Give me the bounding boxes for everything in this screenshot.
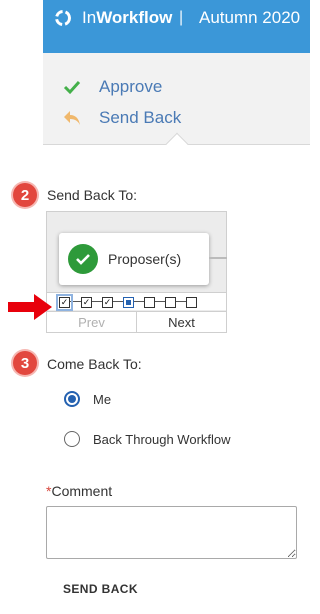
send-back-button[interactable]: SEND BACK [63,582,138,596]
send-back-label: Send Back [99,108,182,127]
pointer-arrow-icon [8,294,52,320]
workflow-stepper: ✓ ✓ ✓ [47,292,226,311]
step-checkbox-4-current[interactable] [123,297,134,308]
radio-option-back-through-workflow[interactable]: Back Through Workflow [64,431,231,447]
step-tooltip: Proposer(s) [59,233,209,285]
send-back-action[interactable]: Send Back [62,106,181,130]
comment-label: *Comment [46,483,112,499]
tooltip-text: Proposer(s) [108,251,182,267]
header-separator: | [179,9,184,26]
comment-textarea[interactable] [46,506,297,559]
step-checkbox-5[interactable] [144,297,155,308]
term-label: Autumn 2020 [199,8,301,27]
app-header: InWorkflow | Autumn 2020 [43,0,310,53]
stepper-nav: Prev Next [47,311,226,332]
come-back-to-label: Come Back To: [47,356,142,372]
step-checkbox-1[interactable]: ✓ [56,294,73,311]
brand-name: Workflow [96,8,173,27]
radio-option-me[interactable]: Me [64,391,111,407]
radio-button[interactable] [64,431,80,447]
send-back-to-label: Send Back To: [47,187,138,203]
approve-action[interactable]: Approve [62,75,162,99]
comment-label-text: Comment [51,483,113,499]
step-checkbox-3[interactable]: ✓ [102,297,113,308]
tooltip-connector [209,257,227,259]
reply-arrow-icon [62,108,82,128]
refresh-circle-icon [55,10,71,26]
brand-prefix: In [82,8,97,27]
radio-button[interactable] [64,391,80,407]
step-checkbox-2[interactable]: ✓ [81,297,92,308]
next-button[interactable]: Next [137,312,226,332]
approve-label: Approve [99,77,163,96]
check-icon [62,77,82,97]
step-checkbox-6[interactable] [165,297,176,308]
app-brand: InWorkflow [82,7,172,29]
selection-caret [165,132,189,156]
action-panel: Approve Send Back [43,53,310,156]
radio-label: Back Through Workflow [93,431,231,447]
send-back-to-widget: Proposer(s) ✓ ✓ ✓ Prev Next [46,211,227,333]
radio-label: Me [93,391,112,407]
check-circle-icon [68,244,98,274]
prev-button[interactable]: Prev [47,312,137,332]
step-badge-3: 3 [13,351,37,375]
step-checkbox-7[interactable] [186,297,197,308]
step-badge-2: 2 [13,183,37,207]
